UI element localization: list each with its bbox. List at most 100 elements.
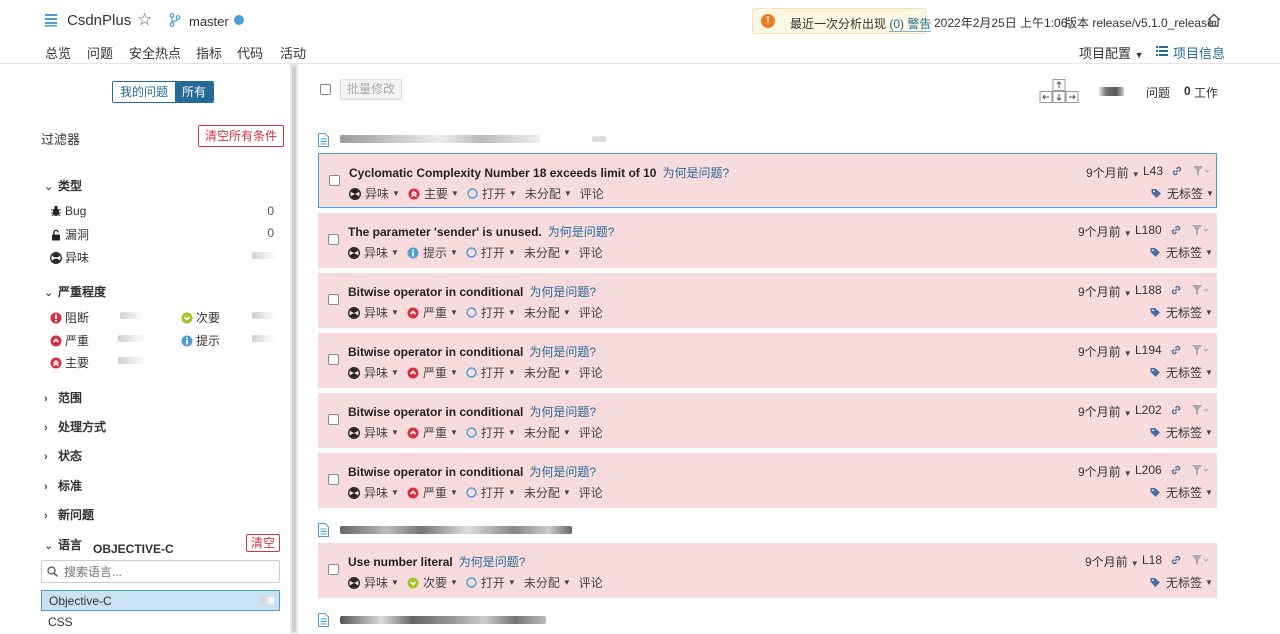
issue-message[interactable]: Bitwise operator in conditional 为何是问题?	[348, 403, 596, 420]
issue-message[interactable]: Cyclomatic Complexity Number 18 exceeds …	[349, 164, 729, 181]
issue-row[interactable]: Bitwise operator in conditional 为何是问题? 异味…	[318, 393, 1217, 448]
facet-severity-minor[interactable]: 次要	[181, 309, 220, 326]
all-issues-button[interactable]: 所有	[175, 82, 214, 102]
why-is-this-issue-link[interactable]: 为何是问题?	[529, 345, 596, 359]
issue-checkbox[interactable]	[328, 354, 339, 365]
issue-tags-dropdown[interactable]: 无标签 ▼	[1150, 364, 1213, 381]
issue-tags-dropdown[interactable]: 无标签 ▼	[1151, 185, 1214, 202]
permalink-icon[interactable]	[1170, 404, 1182, 416]
issue-status-dropdown[interactable]: 打开 ▼	[467, 185, 517, 202]
filter-similar-icon[interactable]	[1192, 165, 1210, 177]
issue-row[interactable]: Bitwise operator in conditional 为何是问题? 异味…	[318, 453, 1217, 508]
issue-message[interactable]: Bitwise operator in conditional 为何是问题?	[348, 343, 596, 360]
permalink-icon[interactable]	[1170, 464, 1182, 476]
why-is-this-issue-link[interactable]: 为何是问题?	[529, 285, 596, 299]
branch-info-icon[interactable]	[234, 15, 244, 25]
permalink-icon[interactable]	[1170, 554, 1182, 566]
home-icon[interactable]	[1206, 12, 1222, 28]
issue-severity-dropdown[interactable]: 严重 ▼	[407, 484, 458, 501]
filter-similar-icon[interactable]	[1191, 344, 1209, 356]
issue-status-dropdown[interactable]: 打开 ▼	[466, 364, 516, 381]
filter-similar-icon[interactable]	[1191, 464, 1209, 476]
sidebar-scrollbar-thumb[interactable]	[292, 66, 296, 632]
issue-message[interactable]: Bitwise operator in conditional 为何是问题?	[348, 283, 596, 300]
issue-tags-dropdown[interactable]: 无标签 ▼	[1150, 304, 1213, 321]
issue-age[interactable]: 9个月前 ▼	[1078, 463, 1132, 480]
issue-age[interactable]: 9个月前 ▼	[1078, 403, 1132, 420]
permalink-icon[interactable]	[1170, 284, 1182, 296]
issue-assignee-dropdown[interactable]: 未分配 ▼	[524, 424, 571, 441]
issue-status-dropdown[interactable]: 打开 ▼	[466, 574, 516, 591]
facet-resolution-header[interactable]: › 处理方式	[44, 418, 106, 435]
language-option-objective-c[interactable]: Objective-C	[41, 590, 280, 611]
issue-type-dropdown[interactable]: 异味 ▼	[348, 424, 399, 441]
select-all-checkbox[interactable]	[320, 84, 331, 95]
issue-tags-dropdown[interactable]: 无标签 ▼	[1150, 244, 1213, 261]
issue-comment-link[interactable]: 评论	[579, 364, 603, 381]
permalink-icon[interactable]	[1171, 165, 1183, 177]
facet-type-code-smell[interactable]: 异味	[50, 249, 89, 266]
issue-row[interactable]: Bitwise operator in conditional 为何是问题? 异味…	[318, 333, 1217, 388]
facet-status-header[interactable]: › 状态	[44, 447, 82, 464]
issue-assignee-dropdown[interactable]: 未分配 ▼	[524, 304, 571, 321]
issue-row[interactable]: The parameter 'sender' is unused. 为何是问题? …	[318, 213, 1217, 268]
issue-tags-dropdown[interactable]: 无标签 ▼	[1150, 574, 1213, 591]
why-is-this-issue-link[interactable]: 为何是问题?	[529, 465, 596, 479]
language-option-css[interactable]: CSS	[41, 612, 280, 633]
issue-status-dropdown[interactable]: 打开 ▼	[466, 244, 516, 261]
issue-message[interactable]: The parameter 'sender' is unused. 为何是问题?	[348, 223, 614, 240]
permalink-icon[interactable]	[1170, 224, 1182, 236]
warnings-link[interactable]: (0) 警告	[889, 17, 932, 32]
issue-message[interactable]: Bitwise operator in conditional 为何是问题?	[348, 463, 596, 480]
tab-activity[interactable]: 活动	[280, 43, 306, 62]
issue-comment-link[interactable]: 评论	[579, 484, 603, 501]
facet-severity-header[interactable]: ⌄ 严重程度	[44, 283, 106, 300]
issue-assignee-dropdown[interactable]: 未分配 ▼	[524, 364, 571, 381]
clear-all-filters-button[interactable]: 清空所有条件	[198, 125, 285, 147]
facet-type-header[interactable]: ⌄ 类型	[44, 177, 82, 194]
facet-severity-blocker[interactable]: 阻断	[50, 309, 89, 326]
issue-message[interactable]: Use number literal 为何是问题?	[348, 553, 525, 570]
filter-similar-icon[interactable]	[1191, 404, 1209, 416]
issue-age[interactable]: 9个月前 ▼	[1085, 553, 1139, 570]
issue-status-dropdown[interactable]: 打开 ▼	[466, 424, 516, 441]
facet-type-bug[interactable]: Bug	[50, 204, 86, 218]
filter-similar-icon[interactable]	[1191, 554, 1209, 566]
why-is-this-issue-link[interactable]: 为何是问题?	[548, 225, 615, 239]
facet-standard-header[interactable]: › 标准	[44, 477, 82, 494]
issue-comment-link[interactable]: 评论	[579, 424, 603, 441]
issue-assignee-dropdown[interactable]: 未分配 ▼	[524, 574, 571, 591]
issue-type-dropdown[interactable]: 异味 ▼	[348, 244, 399, 261]
issue-status-dropdown[interactable]: 打开 ▼	[466, 304, 516, 321]
project-name[interactable]: CsdnPlus	[67, 12, 131, 29]
issue-comment-link[interactable]: 评论	[579, 574, 603, 591]
facet-new-issues-header[interactable]: › 新问题	[44, 506, 94, 523]
issue-checkbox[interactable]	[329, 175, 340, 186]
issue-type-dropdown[interactable]: 异味 ▼	[348, 304, 399, 321]
permalink-icon[interactable]	[1170, 344, 1182, 356]
tab-security-hotspots[interactable]: 安全热点	[129, 43, 181, 62]
facet-type-vulnerability[interactable]: 漏洞	[50, 226, 89, 243]
issue-comment-link[interactable]: 评论	[580, 185, 604, 202]
issue-severity-dropdown[interactable]: 提示 ▼	[407, 244, 458, 261]
branch-name[interactable]: master	[189, 14, 229, 29]
issue-age[interactable]: 9个月前 ▼	[1078, 223, 1132, 240]
facet-severity-info[interactable]: 提示	[181, 332, 220, 349]
filter-similar-icon[interactable]	[1191, 224, 1209, 236]
issue-row[interactable]: Use number literal 为何是问题? 异味 ▼ 次要 ▼ 打开 ▼ 未分配…	[318, 543, 1217, 598]
clear-language-button[interactable]: 清空	[246, 534, 281, 552]
issue-checkbox[interactable]	[328, 234, 339, 245]
facet-scope-header[interactable]: › 范围	[44, 389, 82, 406]
project-info-link[interactable]: 项目信息	[1173, 43, 1225, 62]
issue-checkbox[interactable]	[328, 564, 339, 575]
why-is-this-issue-link[interactable]: 为何是问题?	[529, 405, 596, 419]
issue-age[interactable]: 9个月前 ▼	[1086, 164, 1140, 181]
issue-severity-dropdown[interactable]: 主要 ▼	[408, 185, 459, 202]
issue-age[interactable]: 9个月前 ▼	[1078, 343, 1132, 360]
issue-type-dropdown[interactable]: 异味 ▼	[348, 574, 399, 591]
issue-severity-dropdown[interactable]: 严重 ▼	[407, 424, 458, 441]
issue-type-dropdown[interactable]: 异味 ▼	[348, 364, 399, 381]
issue-checkbox[interactable]	[328, 294, 339, 305]
issue-severity-dropdown[interactable]: 严重 ▼	[407, 304, 458, 321]
issue-comment-link[interactable]: 评论	[579, 244, 603, 261]
